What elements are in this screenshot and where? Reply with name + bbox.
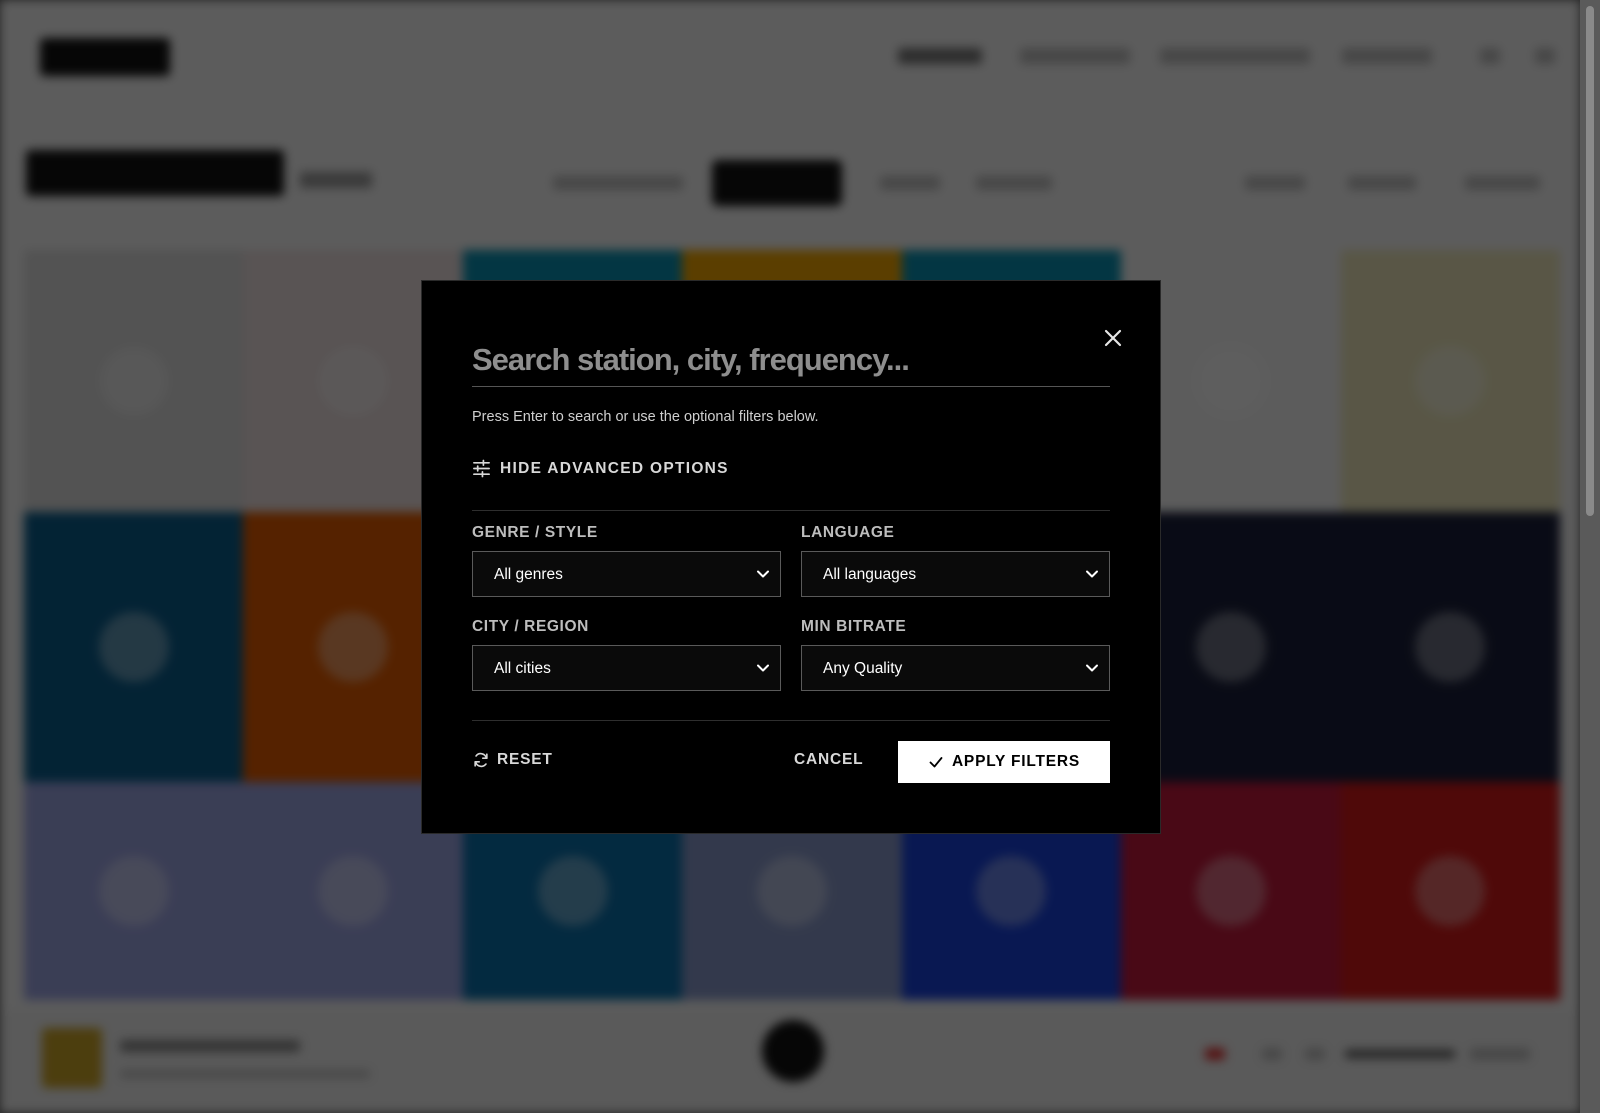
check-icon — [929, 757, 943, 768]
divider — [472, 510, 1110, 511]
hide-advanced-options-button[interactable]: HIDE ADVANCED OPTIONS — [472, 459, 729, 478]
bitrate-label: MIN BITRATE — [801, 618, 907, 635]
apply-filters-label: APPLY FILTERS — [951, 753, 1081, 770]
refresh-icon — [474, 752, 488, 768]
genre-select-control[interactable]: All genres — [473, 552, 780, 596]
city-select-control[interactable]: All cities — [473, 646, 780, 690]
language-label: LANGUAGE — [801, 524, 895, 541]
genre-label: GENRE / STYLE — [472, 524, 598, 541]
genre-select[interactable]: All genres — [472, 551, 781, 597]
search-input[interactable] — [472, 339, 1110, 387]
bitrate-select-control[interactable]: Any Quality — [802, 646, 1109, 690]
bitrate-select[interactable]: Any Quality — [801, 645, 1110, 691]
scrollbar-thumb[interactable] — [1586, 6, 1594, 516]
language-select[interactable]: All languages — [801, 551, 1110, 597]
advanced-toggle-label: HIDE ADVANCED OPTIONS — [500, 459, 729, 477]
city-select[interactable]: All cities — [472, 645, 781, 691]
apply-filters-button[interactable]: APPLY FILTERS — [898, 741, 1110, 783]
page-scrollbar[interactable] — [1580, 0, 1600, 1113]
cancel-button[interactable]: CANCEL — [794, 751, 863, 769]
search-modal: Press Enter to search or use the optiona… — [421, 280, 1161, 834]
divider — [472, 720, 1110, 721]
reset-label: RESET — [497, 751, 553, 768]
search-hint: Press Enter to search or use the optiona… — [472, 409, 819, 425]
sliders-icon — [473, 459, 490, 478]
reset-button[interactable]: RESET — [472, 751, 553, 769]
city-label: CITY / REGION — [472, 618, 589, 635]
language-select-control[interactable]: All languages — [802, 552, 1109, 596]
